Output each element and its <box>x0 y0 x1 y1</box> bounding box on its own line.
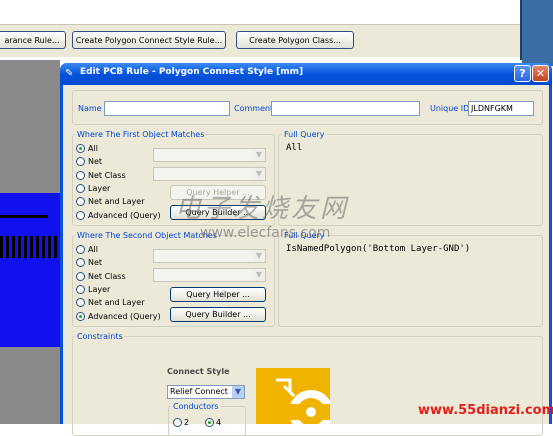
unique-id-field[interactable]: JLDNFGKM <box>468 101 534 116</box>
comment-label: Comment <box>234 104 274 113</box>
watermark-cn-text: 电子发烧友网 <box>175 194 350 224</box>
watermark-elecfans: www.elecfans.com <box>200 225 331 241</box>
second-label-advanced: Advanced (Query) <box>88 312 161 321</box>
second-net-class-combo[interactable]: ▼ <box>153 268 266 282</box>
second-radio-net-and-layer[interactable] <box>76 298 85 307</box>
create-clearance-rule-button[interactable]: arance Rule... <box>0 31 66 49</box>
first-label-net-class: Net Class <box>88 171 126 180</box>
second-radio-net-class[interactable] <box>76 272 85 281</box>
pcb-trace <box>0 215 48 218</box>
second-label-all: All <box>88 245 98 254</box>
first-label-all: All <box>88 144 98 153</box>
title-bar[interactable]: ✎ Edit PCB Rule - Polygon Connect Style … <box>60 63 552 85</box>
second-label-net-and-layer: Net and Layer <box>88 298 145 307</box>
first-match-title: Where The First Object Matches <box>75 130 207 139</box>
first-radio-net[interactable] <box>76 157 85 166</box>
create-polygon-class-button[interactable]: Create Polygon Class... <box>236 31 354 49</box>
first-radio-net-and-layer[interactable] <box>76 197 85 206</box>
relief-connect-preview <box>256 368 330 424</box>
full-query-1-title: Full Query <box>282 130 327 139</box>
dialog-client-area: Name Comment Unique ID JLDNFGKM Where Th… <box>63 85 549 436</box>
first-radio-all[interactable] <box>76 144 85 153</box>
chevron-down-icon: ▼ <box>232 386 244 398</box>
second-radio-layer[interactable] <box>76 285 85 294</box>
help-icon: ? <box>519 67 526 80</box>
close-button[interactable]: ✕ <box>532 65 549 82</box>
dialog-title: Edit PCB Rule - Polygon Connect Style [m… <box>80 67 304 77</box>
conductors-label-4: 4 <box>216 418 222 427</box>
conductors-radio-2[interactable] <box>173 418 182 427</box>
connect-style-select[interactable]: Relief Connect ▼ <box>167 385 245 399</box>
conductors-label: Conductors <box>171 402 221 411</box>
first-label-advanced: Advanced (Query) <box>88 211 161 220</box>
second-label-net: Net <box>88 258 103 267</box>
create-polygon-connect-style-rule-button[interactable]: Create Polygon Connect Style Rule... <box>72 31 226 49</box>
second-net-combo[interactable]: ▼ <box>153 249 266 263</box>
chevron-down-icon: ▼ <box>253 269 265 281</box>
first-label-layer: Layer <box>88 184 111 193</box>
name-field[interactable] <box>104 101 230 116</box>
first-label-net-and-layer: Net and Layer <box>88 197 145 206</box>
help-button[interactable]: ? <box>514 65 531 82</box>
second-match-title: Where The Second Object Matches <box>75 231 219 240</box>
first-net-class-combo[interactable]: ▼ <box>153 167 266 181</box>
second-label-net-class: Net Class <box>88 272 126 281</box>
name-label: Name <box>78 104 102 113</box>
first-net-combo[interactable]: ▼ <box>153 148 266 162</box>
background-toolbar: arance Rule... Create Polygon Connect St… <box>0 24 522 57</box>
chevron-down-icon: ▼ <box>253 250 265 262</box>
comment-field[interactable] <box>271 101 420 116</box>
second-query-builder-button[interactable]: Query Builder ... <box>170 307 266 322</box>
second-label-layer: Layer <box>88 285 111 294</box>
chevron-down-icon: ▼ <box>253 168 265 180</box>
second-radio-all[interactable] <box>76 245 85 254</box>
conductors-radio-4[interactable] <box>205 418 214 427</box>
first-radio-net-class[interactable] <box>76 171 85 180</box>
rule-icon: ✎ <box>65 68 74 79</box>
full-query-1-text[interactable]: All <box>286 143 302 153</box>
pad-hole <box>306 407 316 417</box>
background-desktop <box>522 0 553 66</box>
connect-style-label: Connect Style <box>167 367 230 376</box>
chevron-down-icon: ▼ <box>253 149 265 161</box>
second-radio-net[interactable] <box>76 258 85 267</box>
conductors-label-2: 2 <box>184 418 190 427</box>
unique-id-label: Unique ID <box>430 104 470 113</box>
first-radio-advanced[interactable] <box>76 211 85 220</box>
first-label-net: Net <box>88 157 103 166</box>
edit-pcb-rule-dialog: ✎ Edit PCB Rule - Polygon Connect Style … <box>60 63 552 436</box>
second-query-helper-button[interactable]: Query Helper ... <box>170 287 266 302</box>
close-icon: ✕ <box>535 67 546 80</box>
first-radio-layer[interactable] <box>76 184 85 193</box>
full-query-2-text[interactable]: IsNamedPolygon('Bottom Layer-GND') <box>286 244 470 254</box>
constraints-title: Constraints <box>75 332 125 341</box>
connect-style-value: Relief Connect <box>170 387 228 396</box>
second-radio-advanced[interactable] <box>76 312 85 321</box>
pcb-pads <box>0 236 60 258</box>
watermark-55dianzi: www.55dianzi.com <box>418 403 553 418</box>
